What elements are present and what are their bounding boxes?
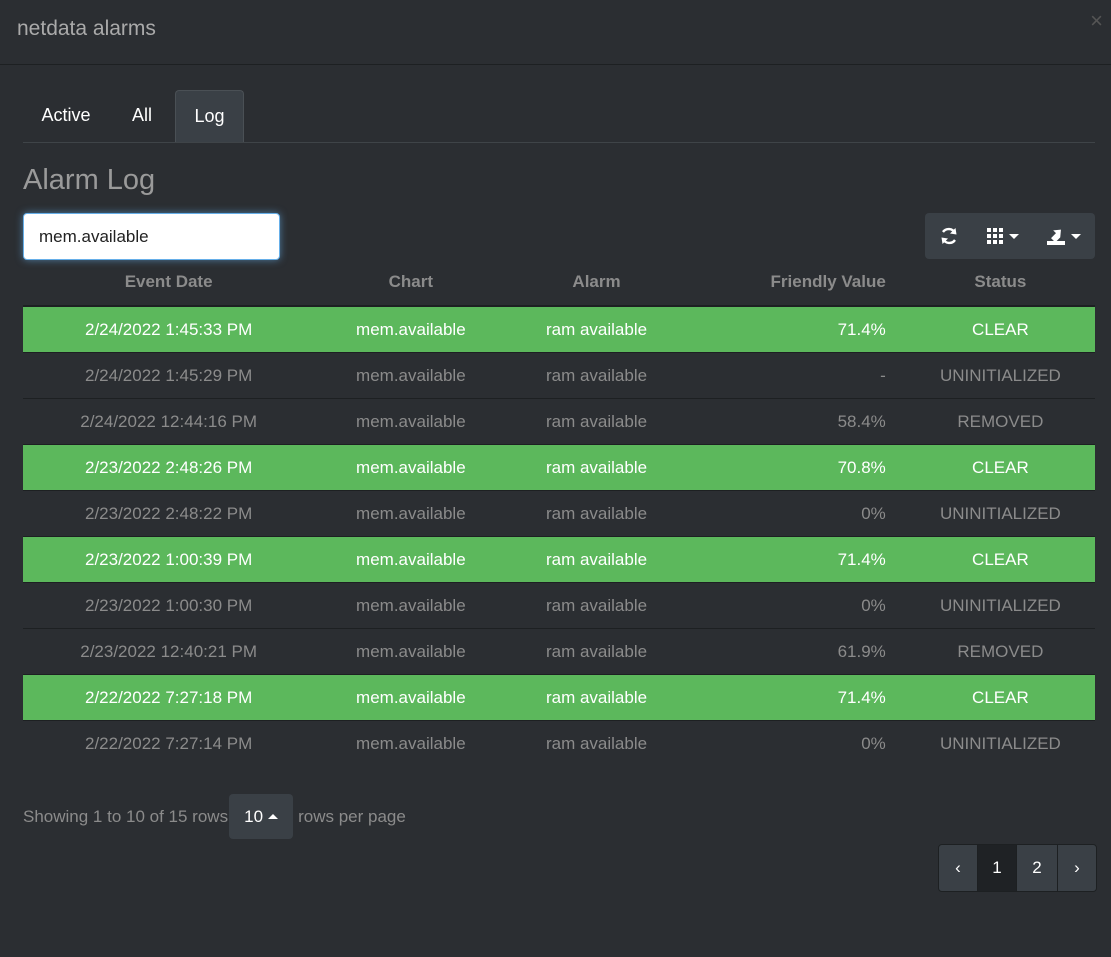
cell-friendly-value: 58.4%	[685, 398, 906, 445]
cell-alarm: ram available	[507, 628, 686, 675]
alarm-log-table: Event Date Chart Alarm Friendly Value St…	[23, 259, 1095, 766]
column-header-friendly-value[interactable]: Friendly Value	[685, 259, 906, 307]
cell-event-date: 2/23/2022 1:00:39 PM	[23, 536, 315, 583]
cell-chart: mem.available	[314, 352, 508, 399]
cell-event-date: 2/23/2022 1:00:30 PM	[23, 582, 315, 629]
cell-status: CLEAR	[905, 305, 1095, 353]
cell-event-date: 2/23/2022 12:40:21 PM	[23, 628, 315, 675]
tab-active[interactable]: Active	[23, 90, 109, 141]
table-row[interactable]: 2/24/2022 1:45:29 PM mem.available ram ava…	[23, 352, 1095, 399]
caret-up-icon	[268, 814, 279, 819]
table-row[interactable]: 2/24/2022 1:45:33 PM mem.available ram ava…	[23, 305, 1095, 353]
page-title: Alarm Log	[23, 164, 156, 196]
table-row[interactable]: 2/23/2022 1:00:30 PM mem.available ram ava…	[23, 582, 1095, 629]
page-button-1[interactable]: 1	[977, 845, 1016, 891]
table-row[interactable]: 2/23/2022 2:48:26 PM mem.available ram ava…	[23, 444, 1095, 491]
cell-alarm: ram available	[507, 582, 686, 629]
cell-event-date: 2/23/2022 2:48:26 PM	[23, 444, 315, 491]
cell-status: UNINITIALIZED	[905, 582, 1095, 629]
cell-chart: mem.available	[314, 398, 508, 445]
cell-friendly-value: 61.9%	[685, 628, 906, 675]
cell-chart: mem.available	[314, 444, 508, 491]
table-row[interactable]: 2/23/2022 12:40:21 PM mem.available ram av…	[23, 628, 1095, 675]
cell-alarm: ram available	[507, 444, 686, 491]
cell-status: REMOVED	[905, 398, 1095, 445]
cell-friendly-value: 70.8%	[685, 444, 906, 491]
table-row[interactable]: 2/24/2022 12:44:16 PM mem.available ram av…	[23, 398, 1095, 445]
cell-chart: mem.available	[314, 490, 508, 537]
page-size-dropdown[interactable]: 10	[229, 794, 294, 839]
table-row[interactable]: 2/22/2022 7:27:14 PM mem.available ram ava…	[23, 720, 1095, 766]
table-row[interactable]: 2/23/2022 2:48:22 PM mem.available ram ava…	[23, 490, 1095, 537]
cell-status: UNINITIALIZED	[905, 720, 1095, 766]
cell-friendly-value: 0%	[685, 490, 906, 537]
cell-event-date: 2/22/2022 7:27:18 PM	[23, 674, 315, 721]
table-toolbar	[925, 213, 1095, 259]
tab-bar: Active All Log	[23, 90, 1095, 143]
cell-alarm: ram available	[507, 398, 686, 445]
modal-title: netdata alarms	[17, 17, 156, 40]
cell-friendly-value: -	[685, 352, 906, 399]
chevron-down-icon	[1070, 233, 1081, 239]
cell-chart: mem.available	[314, 582, 508, 629]
cell-alarm: ram available	[507, 352, 686, 399]
cell-friendly-value: 0%	[685, 582, 906, 629]
column-header-chart[interactable]: Chart	[314, 259, 508, 307]
cell-friendly-value: 0%	[685, 720, 906, 766]
pagination: ‹ 1 2 ›	[938, 844, 1097, 892]
tab-log[interactable]: Log	[175, 90, 244, 142]
cell-chart: mem.available	[314, 536, 508, 583]
cell-status: CLEAR	[905, 674, 1095, 721]
tab-all[interactable]: All	[119, 90, 165, 141]
table-row[interactable]: 2/23/2022 1:00:39 PM mem.available ram ava…	[23, 536, 1095, 583]
cell-status: UNINITIALIZED	[905, 352, 1095, 399]
export-icon	[1046, 229, 1065, 245]
cell-event-date: 2/23/2022 2:48:22 PM	[23, 490, 315, 537]
column-header-event-date[interactable]: Event Date	[23, 259, 315, 307]
cell-event-date: 2/22/2022 7:27:14 PM	[23, 720, 315, 766]
refresh-icon	[941, 227, 957, 245]
cell-status: UNINITIALIZED	[905, 490, 1095, 537]
showing-rows-text: Showing 1 to 10 of 15 rows	[23, 806, 229, 826]
page-button-2[interactable]: 2	[1016, 845, 1057, 891]
cell-friendly-value: 71.4%	[685, 305, 906, 353]
page-size-value: 10	[244, 806, 264, 826]
search-input[interactable]	[23, 213, 280, 260]
cell-event-date: 2/24/2022 1:45:29 PM	[23, 352, 315, 399]
table-row[interactable]: 2/22/2022 7:27:18 PM mem.available ram ava…	[23, 674, 1095, 721]
modal-header: netdata alarms ×	[0, 0, 1111, 65]
close-button[interactable]: ×	[1090, 10, 1103, 32]
cell-alarm: ram available	[507, 536, 686, 583]
columns-icon	[986, 228, 1003, 244]
cell-alarm: ram available	[507, 490, 686, 537]
export-button[interactable]	[1031, 213, 1095, 259]
pagination-info: Showing 1 to 10 of 15 rows 10 rows per p…	[23, 794, 406, 839]
cell-event-date: 2/24/2022 12:44:16 PM	[23, 398, 315, 445]
table-header-row: Event Date Chart Alarm Friendly Value St…	[23, 259, 1095, 307]
column-header-alarm[interactable]: Alarm	[507, 259, 686, 307]
cell-alarm: ram available	[507, 674, 686, 721]
cell-chart: mem.available	[314, 628, 508, 675]
rows-per-page-label: rows per page	[298, 806, 406, 826]
cell-chart: mem.available	[314, 674, 508, 721]
cell-status: CLEAR	[905, 536, 1095, 583]
column-header-status[interactable]: Status	[905, 259, 1095, 307]
cell-status: REMOVED	[905, 628, 1095, 675]
cell-alarm: ram available	[507, 720, 686, 766]
alarms-modal: netdata alarms × Active All Log Alarm Lo…	[0, 0, 1111, 957]
cell-friendly-value: 71.4%	[685, 674, 906, 721]
cell-alarm: ram available	[507, 305, 686, 353]
next-page-button[interactable]: ›	[1057, 845, 1096, 891]
columns-button[interactable]	[973, 213, 1031, 259]
refresh-button[interactable]	[925, 213, 973, 259]
chevron-down-icon	[1008, 233, 1019, 239]
cell-chart: mem.available	[314, 305, 508, 353]
cell-chart: mem.available	[314, 720, 508, 766]
prev-page-button[interactable]: ‹	[939, 845, 977, 891]
cell-status: CLEAR	[905, 444, 1095, 491]
cell-friendly-value: 71.4%	[685, 536, 906, 583]
cell-event-date: 2/24/2022 1:45:33 PM	[23, 305, 315, 353]
